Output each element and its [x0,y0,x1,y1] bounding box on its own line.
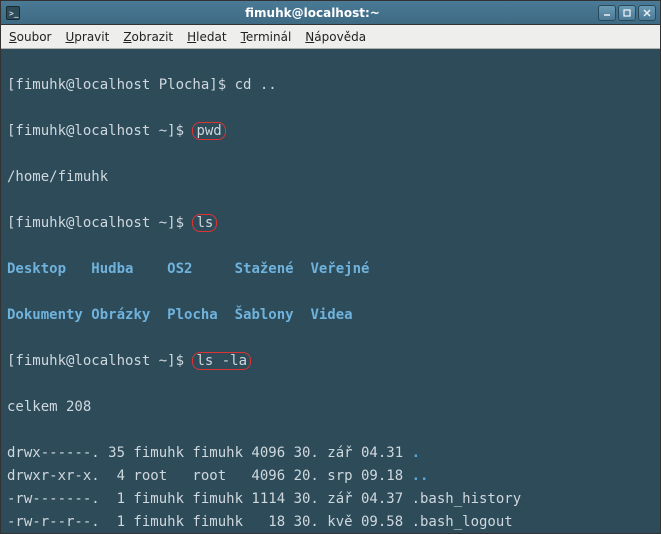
list-item: drwx------. 35 fimuhk fimuhk 4096 30. zá… [7,442,654,465]
cmd-lsla: ls -la [192,352,251,370]
menu-soubor[interactable]: Soubor [9,30,51,44]
file-meta: -rw-------. 1 fimuhk fimuhk 1114 30. zář… [7,491,412,507]
file-name: .. [412,468,429,484]
file-name: . [412,445,420,461]
menu-napoveda[interactable]: Nápověda [305,30,366,44]
prompt: [fimuhk@localhost Plocha]$ [7,77,235,93]
file-name: .bash_logout [412,514,513,530]
file-name: .bash_history [412,491,522,507]
terminal-body[interactable]: [fimuhk@localhost Plocha]$ cd .. [fimuhk… [1,49,660,533]
terminal-window: >_ fimuhk@localhost:~ Soubor Upravit Zob… [0,0,661,534]
list-item: -rw-------. 1 fimuhk fimuhk 1114 30. zář… [7,488,654,511]
maximize-button[interactable] [618,5,636,21]
svg-text:>_: >_ [9,9,19,18]
menu-zobrazit[interactable]: Zobrazit [123,30,173,44]
list-item: drwxr-xr-x. 4 root root 4096 20. srp 09.… [7,465,654,488]
file-meta: drwx------. 35 fimuhk fimuhk 4096 30. zá… [7,445,412,461]
menu-upravit[interactable]: Upravit [65,30,109,44]
titlebar[interactable]: >_ fimuhk@localhost:~ [1,1,660,25]
minimize-button[interactable] [598,5,616,21]
ls-row: Dokumenty Obrázky Plocha Šablony Videa [7,304,654,327]
close-button[interactable] [638,5,656,21]
menubar: Soubor Upravit Zobrazit Hledat Terminál … [1,25,660,49]
file-meta: drwxr-xr-x. 4 root root 4096 20. srp 09.… [7,468,412,484]
prompt: [fimuhk@localhost ~]$ [7,215,192,231]
file-meta: -rw-r--r--. 1 fimuhk fimuhk 18 30. kvě 0… [7,514,412,530]
menu-hledat[interactable]: Hledat [187,30,226,44]
output-line: /home/fimuhk [7,166,654,189]
menu-terminal[interactable]: Terminál [241,30,292,44]
cmd-pwd: pwd [192,122,225,140]
prompt: [fimuhk@localhost ~]$ [7,123,192,139]
prompt: [fimuhk@localhost ~]$ [7,353,192,369]
terminal-icon: >_ [5,5,21,21]
cmd-cd: cd .. [235,77,277,93]
list-item: -rw-r--r--. 1 fimuhk fimuhk 18 30. kvě 0… [7,511,654,533]
ls-row: Desktop Hudba OS2 Stažené Veřejné [7,258,654,281]
window-title: fimuhk@localhost:~ [27,6,598,20]
cmd-ls: ls [192,214,217,232]
output-line: celkem 208 [7,396,654,419]
